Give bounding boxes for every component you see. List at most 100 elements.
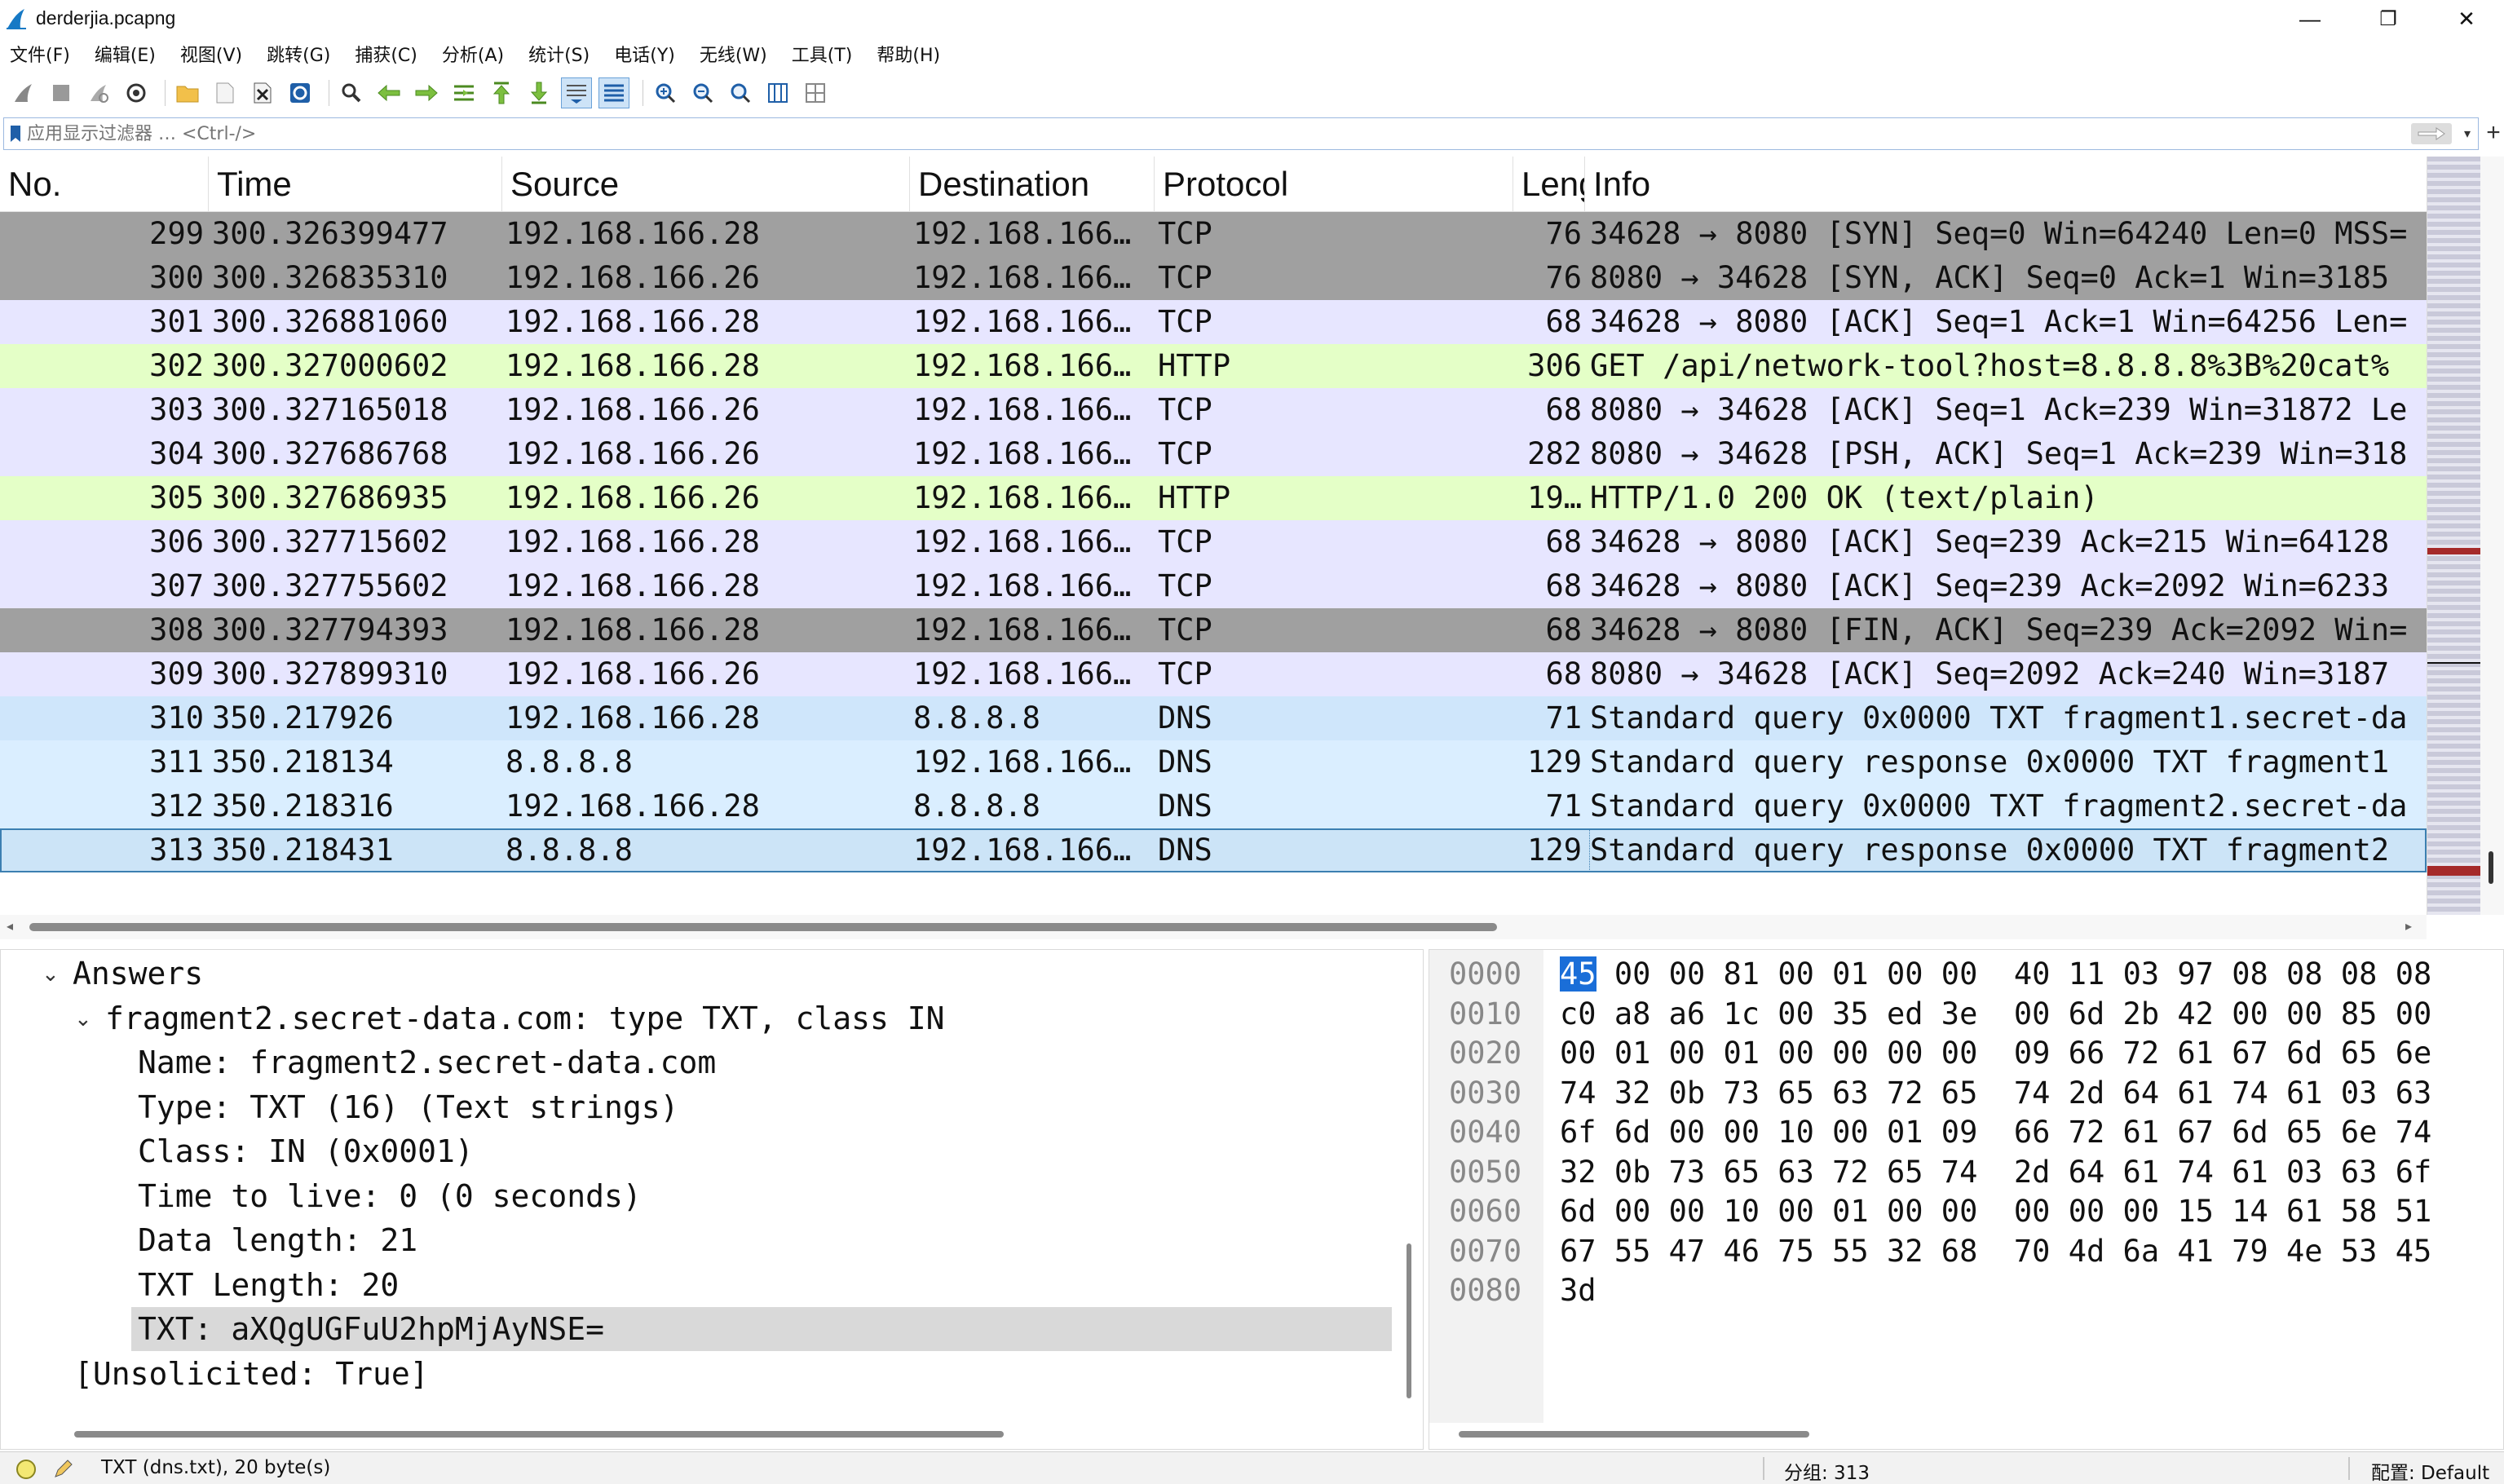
hex-bytes-line[interactable]: 45 00 00 81 00 01 00 00 40 11 03 97 08 0…	[1560, 955, 2431, 994]
open-file-icon[interactable]	[172, 77, 203, 108]
menu-capture[interactable]: 捕获(C)	[355, 41, 417, 67]
packet-row[interactable]: 303 300.327165018 192.168.166.26 192.168.16…	[0, 388, 2427, 432]
menu-analyze[interactable]: 分析(A)	[442, 41, 504, 67]
details-tree-item[interactable]: TXT: aXQgUGFuU2hpMjAyNSE=	[138, 1307, 604, 1351]
menu-go[interactable]: 跳转(G)	[267, 41, 330, 67]
details-tree-item[interactable]: Data length: 21	[138, 1218, 417, 1262]
packet-row[interactable]: 299 300.326399477 192.168.166.28 192.168.16…	[0, 212, 2427, 256]
stop-capture-icon[interactable]	[46, 77, 77, 108]
details-tree-item[interactable]: Type: TXT (16) (Text strings)	[138, 1085, 678, 1129]
go-to-packet-icon[interactable]	[448, 77, 479, 108]
packet-row[interactable]: 308 300.327794393 192.168.166.28 192.168.16…	[0, 608, 2427, 652]
hex-bytes-line[interactable]: 3d	[1560, 1271, 1596, 1310]
chevron-down-icon[interactable]: ▾	[2457, 118, 2478, 149]
packet-row[interactable]: 304 300.327686768 192.168.166.26 192.168.16…	[0, 432, 2427, 476]
packet-row[interactable]: 312 350.218316 192.168.166.28 8.8.8.8 DNS 71 S…	[0, 784, 2427, 828]
find-packet-icon[interactable]	[336, 77, 367, 108]
hex-offset: 0000	[1449, 956, 1522, 992]
display-filter-input[interactable]	[27, 119, 2411, 148]
autoscroll-icon[interactable]	[561, 77, 592, 108]
maximize-button[interactable]: ❐	[2352, 0, 2425, 38]
packet-row[interactable]: 309 300.327899310 192.168.166.26 192.168.16…	[0, 652, 2427, 696]
go-last-icon[interactable]	[523, 77, 554, 108]
packet-cell-len: 68	[1545, 612, 1582, 647]
details-tree-item[interactable]: Time to live: 0 (0 seconds)	[138, 1174, 642, 1218]
column-header-destination[interactable]: Destination	[910, 157, 1155, 212]
bytes-horizontal-scroll-thumb[interactable]	[1459, 1431, 1809, 1438]
column-header-time[interactable]: Time	[209, 157, 502, 212]
menu-wireless[interactable]: 无线(W)	[700, 41, 767, 67]
scroll-thumb[interactable]	[1407, 1243, 1411, 1398]
resize-columns-icon[interactable]	[762, 77, 793, 108]
layout-icon[interactable]	[800, 77, 831, 108]
hex-bytes-line[interactable]: 32 0b 73 65 63 72 65 74 2d 64 61 74 61 0…	[1560, 1153, 2431, 1192]
packet-list-horizontal-scrollbar[interactable]: ◂ ▸	[0, 915, 2427, 939]
start-capture-icon[interactable]	[8, 77, 39, 108]
zoom-out-icon[interactable]	[687, 77, 718, 108]
save-file-icon[interactable]	[210, 77, 241, 108]
scroll-right-icon[interactable]: ▸	[2405, 918, 2412, 934]
hex-bytes-line[interactable]: 67 55 47 46 75 55 32 68 70 4d 6a 41 79 4…	[1560, 1232, 2431, 1271]
packet-row[interactable]: 305 300.327686935 192.168.166.26 192.168.16…	[0, 476, 2427, 520]
packet-row[interactable]: 301 300.326881060 192.168.166.28 192.168.16…	[0, 300, 2427, 344]
scroll-thumb[interactable]	[2489, 851, 2493, 884]
apply-filter-arrow-icon[interactable]	[2411, 123, 2452, 144]
scroll-left-icon[interactable]: ◂	[7, 918, 13, 934]
chevron-down-icon[interactable]: ⌄	[42, 952, 60, 996]
packet-row[interactable]: 306 300.327715602 192.168.166.28 192.168.16…	[0, 520, 2427, 564]
column-header-info[interactable]: Info	[1585, 157, 2427, 212]
add-filter-button[interactable]: +	[2484, 121, 2503, 147]
close-button[interactable]: ✕	[2430, 0, 2503, 38]
details-horizontal-scroll-thumb[interactable]	[74, 1431, 1004, 1438]
go-forward-icon[interactable]	[411, 77, 442, 108]
chevron-down-icon[interactable]: ⌄	[74, 996, 92, 1040]
packet-row[interactable]: 307 300.327755602 192.168.166.28 192.168.16…	[0, 564, 2427, 608]
menu-help[interactable]: 帮助(H)	[877, 41, 940, 67]
details-tree-item[interactable]: Answers	[73, 952, 203, 996]
menu-view[interactable]: 视图(V)	[180, 41, 242, 67]
column-header-no[interactable]: No.	[0, 157, 209, 212]
packet-row[interactable]: 300 300.326835310 192.168.166.26 192.168.16…	[0, 256, 2427, 300]
details-tree-item[interactable]: TXT Length: 20	[138, 1263, 399, 1307]
selected-byte[interactable]: 45	[1560, 956, 1596, 992]
go-back-icon[interactable]	[373, 77, 404, 108]
scroll-thumb[interactable]	[29, 923, 1497, 931]
zoom-normal-icon[interactable]	[725, 77, 756, 108]
hex-bytes-line[interactable]: c0 a8 a6 1c 00 35 ed 3e 00 6d 2b 42 00 0…	[1560, 995, 2431, 1034]
reload-file-icon[interactable]	[285, 77, 316, 108]
packet-row[interactable]: 310 350.217926 192.168.166.28 8.8.8.8 DNS 71 S…	[0, 696, 2427, 740]
status-profile[interactable]: 配置: Default	[2371, 1457, 2489, 1484]
edit-comment-icon[interactable]	[52, 1457, 75, 1480]
packet-row[interactable]: 311 350.218134 8.8.8.8 192.168.166… DNS 129 St…	[0, 740, 2427, 784]
column-header-length[interactable]: Leng	[1513, 157, 1585, 212]
details-tree-item[interactable]: Name: fragment2.secret-data.com	[138, 1040, 716, 1084]
restart-capture-icon[interactable]	[83, 77, 114, 108]
capture-options-icon[interactable]	[121, 77, 152, 108]
packet-row[interactable]: 302 300.327000602 192.168.166.28 192.168.16…	[0, 344, 2427, 388]
column-header-source[interactable]: Source	[502, 157, 910, 212]
hex-bytes-line[interactable]: 6d 00 00 10 00 01 00 00 00 00 00 15 14 6…	[1560, 1192, 2431, 1231]
hex-bytes-line[interactable]: 74 32 0b 73 65 63 72 65 74 2d 64 61 74 6…	[1560, 1074, 2431, 1113]
menu-file[interactable]: 文件(F)	[10, 41, 70, 67]
menu-statistics[interactable]: 统计(S)	[528, 41, 590, 67]
details-tree-item[interactable]: fragment2.secret-data.com: type TXT, cla…	[105, 996, 945, 1040]
packet-row[interactable]: 313 350.218431 8.8.8.8 192.168.166… DNS 129 St…	[0, 828, 2427, 872]
menu-telephony[interactable]: 电话(Y)	[614, 41, 675, 67]
close-file-icon[interactable]	[247, 77, 278, 108]
hex-bytes-line[interactable]: 00 01 00 01 00 00 00 00 09 66 72 61 67 6…	[1560, 1034, 2431, 1073]
details-tree-item[interactable]: Class: IN (0x0001)	[138, 1129, 474, 1173]
zoom-in-icon[interactable]	[650, 77, 681, 108]
details-vertical-scrollbar[interactable]	[1400, 950, 1423, 1423]
menu-tools[interactable]: 工具(T)	[792, 41, 853, 67]
hex-bytes-line[interactable]: 6f 6d 00 00 10 00 01 09 66 72 61 67 6d 6…	[1560, 1113, 2431, 1152]
packet-minimap[interactable]	[2427, 157, 2481, 915]
minimize-button[interactable]: —	[2273, 0, 2347, 38]
colorize-icon[interactable]	[598, 77, 629, 108]
go-first-icon[interactable]	[486, 77, 517, 108]
packet-list-vertical-scrollbar[interactable]	[2480, 157, 2504, 915]
expert-info-led-icon[interactable]	[16, 1460, 36, 1479]
details-tree-item[interactable]: [Unsolicited: True]	[74, 1352, 429, 1396]
menu-edit[interactable]: 编辑(E)	[95, 41, 156, 67]
bookmark-icon[interactable]	[4, 118, 27, 149]
column-header-protocol[interactable]: Protocol	[1155, 157, 1513, 212]
